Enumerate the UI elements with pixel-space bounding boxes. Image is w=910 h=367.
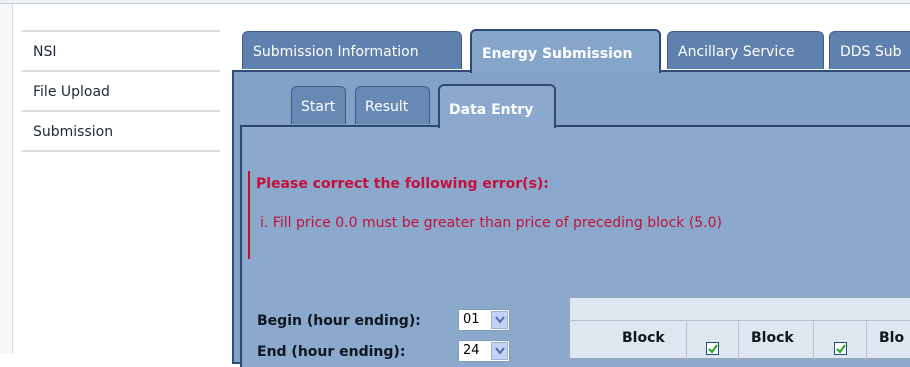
chevron-down-icon[interactable] xyxy=(491,311,508,329)
nav-item-submission[interactable]: Submission xyxy=(22,110,220,152)
nav-item-file-upload[interactable]: File Upload xyxy=(22,70,220,110)
window-left-frame xyxy=(0,4,13,353)
left-nav: NSI File Upload Submission xyxy=(22,30,220,152)
chevron-down-icon[interactable] xyxy=(491,342,508,360)
table-header-block-3: Blo xyxy=(879,330,905,346)
tab-dds-submission[interactable]: DDS Sub xyxy=(829,31,910,69)
tab-energy-submission[interactable]: Energy Submission xyxy=(470,29,661,73)
end-hour-label: End (hour ending): xyxy=(257,344,406,360)
end-hour-value: 24 xyxy=(463,343,480,358)
tab-data-entry[interactable]: Data Entry xyxy=(438,84,556,128)
column-separator xyxy=(686,320,687,360)
table-header-divider xyxy=(569,320,910,321)
tab-start[interactable]: Start xyxy=(291,86,346,124)
column-separator xyxy=(866,320,867,360)
error-title: Please correct the following error(s): xyxy=(256,176,549,192)
table-header-block-1: Block xyxy=(622,330,665,346)
block-checkbox-1[interactable] xyxy=(706,342,719,355)
tab-submission-information[interactable]: Submission Information xyxy=(242,31,462,69)
block-checkbox-2[interactable] xyxy=(834,342,847,355)
begin-hour-value: 01 xyxy=(463,312,480,327)
begin-hour-select[interactable]: 01 xyxy=(458,309,510,331)
error-indicator-bar xyxy=(248,171,250,259)
nav-item-nsi[interactable]: NSI xyxy=(22,30,220,70)
error-item: i. Fill price 0.0 must be greater than p… xyxy=(260,215,723,231)
tab-ancillary-service[interactable]: Ancillary Service xyxy=(667,31,824,69)
table-header-block-2: Block xyxy=(751,330,794,346)
column-separator xyxy=(738,320,739,360)
column-separator xyxy=(813,320,814,360)
tab-result[interactable]: Result xyxy=(355,86,430,124)
begin-hour-label: Begin (hour ending): xyxy=(257,313,421,329)
window-top-divider xyxy=(0,3,910,4)
block-table xyxy=(569,297,910,359)
end-hour-select[interactable]: 24 xyxy=(458,340,510,362)
